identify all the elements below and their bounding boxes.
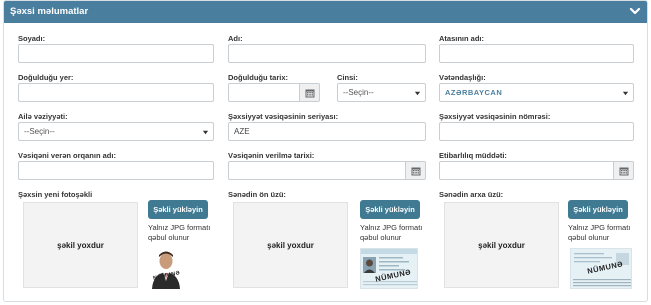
birthplace-label: Doğulduğu yer:	[18, 73, 74, 82]
birthdate-label: Doğulduğu tarix:	[228, 73, 288, 82]
issuing-authority-field[interactable]	[18, 161, 214, 180]
issue-date-calendar-button[interactable]	[406, 161, 426, 180]
jpg-only-note: Yalnız JPG formatı qəbul olunur	[568, 223, 631, 242]
surname-field[interactable]	[18, 44, 214, 63]
gender-label: Cinsi:	[337, 73, 358, 82]
validity-field[interactable]	[439, 161, 614, 180]
document-front-preview: şəkil yoxdur	[233, 202, 348, 288]
upload-document-back-button[interactable]: Şəkli yükləyin	[568, 200, 628, 219]
validity-label: Etibarlılıq müddəti:	[439, 151, 507, 160]
upload-person-photo-button[interactable]: Şəkli yükləyin	[148, 200, 208, 219]
sample-person-photo: NÜMUNƏ	[149, 248, 183, 289]
validity-calendar-button[interactable]	[614, 161, 634, 180]
marital-status-label: Ailə vəziyyəti:	[18, 112, 68, 121]
id-number-label: Şəxsiyyət vəsiqəsinin nömrəsi:	[439, 112, 551, 121]
id-series-field[interactable]: AZE	[228, 122, 426, 141]
birthdate-calendar-button[interactable]	[300, 83, 320, 102]
citizenship-label: Vətəndaşlığı:	[439, 73, 486, 82]
person-silhouette-icon	[149, 248, 183, 289]
panel-title: Şəxsi məlumatlar	[10, 6, 89, 17]
no-image-text: şəkil yoxdur	[267, 241, 314, 250]
citizenship-select[interactable]: AZƏRBAYCAN	[439, 83, 634, 102]
birthdate-field[interactable]	[228, 83, 300, 102]
document-back-preview: şəkil yoxdur	[444, 202, 559, 288]
issue-date-label: Vəsiqənin verilmə tarixi:	[228, 151, 315, 160]
gender-select[interactable]: --Seçin--	[337, 83, 426, 102]
name-label: Adı:	[228, 34, 243, 43]
id-series-label: Şəxsiyyət vəsiqəsinin seriyası:	[228, 112, 339, 121]
gender-select-value: --Seçin--	[343, 88, 374, 97]
issue-date-field[interactable]	[228, 161, 406, 180]
chevron-down-icon[interactable]	[629, 5, 641, 17]
chevron-down-icon	[202, 130, 209, 135]
chevron-down-icon	[414, 91, 421, 96]
calendar-icon	[411, 167, 421, 176]
patronymic-field[interactable]	[439, 44, 634, 63]
no-image-text: şəkil yoxdur	[57, 241, 104, 250]
jpg-only-note: Yalnız JPG formatı qəbul olunur	[360, 223, 423, 242]
document-back-label: Sənədin arxa üzü:	[439, 190, 504, 199]
no-image-text: şəkil yoxdur	[478, 241, 525, 250]
jpg-only-note: Yalnız JPG formatı qəbul olunur	[148, 223, 211, 242]
person-photo-label: Şəxsin yeni fotoşəkli	[18, 190, 93, 199]
calendar-icon	[619, 167, 629, 176]
name-field[interactable]	[228, 44, 426, 63]
document-front-label: Sənədin ön üzü:	[228, 190, 286, 199]
sample-id-card-back: NÜMUNƏ	[570, 248, 632, 289]
citizenship-select-value: AZƏRBAYCAN	[445, 88, 503, 97]
marital-status-select[interactable]: --Seçin--	[18, 122, 214, 141]
id-number-field[interactable]	[439, 122, 634, 141]
person-photo-preview: şəkil yoxdur	[23, 202, 138, 288]
birthplace-field[interactable]	[18, 83, 214, 102]
marital-status-select-value: --Seçin--	[24, 127, 55, 136]
patronymic-label: Atasının adı:	[439, 34, 485, 43]
issuing-authority-label: Vəsiqəni verən orqanın adı:	[18, 151, 116, 160]
surname-label: Soyadı:	[18, 34, 46, 43]
upload-document-front-button[interactable]: Şəkli yükləyin	[360, 200, 420, 219]
calendar-icon	[305, 89, 315, 98]
chevron-down-icon	[622, 91, 629, 96]
personal-info-panel: Şəxsi məlumatlar Soyadı: Adı: Atasının a…	[3, 0, 648, 302]
sample-id-card-front: NÜMUNƏ	[360, 248, 418, 289]
panel-header: Şəxsi məlumatlar	[4, 1, 647, 23]
